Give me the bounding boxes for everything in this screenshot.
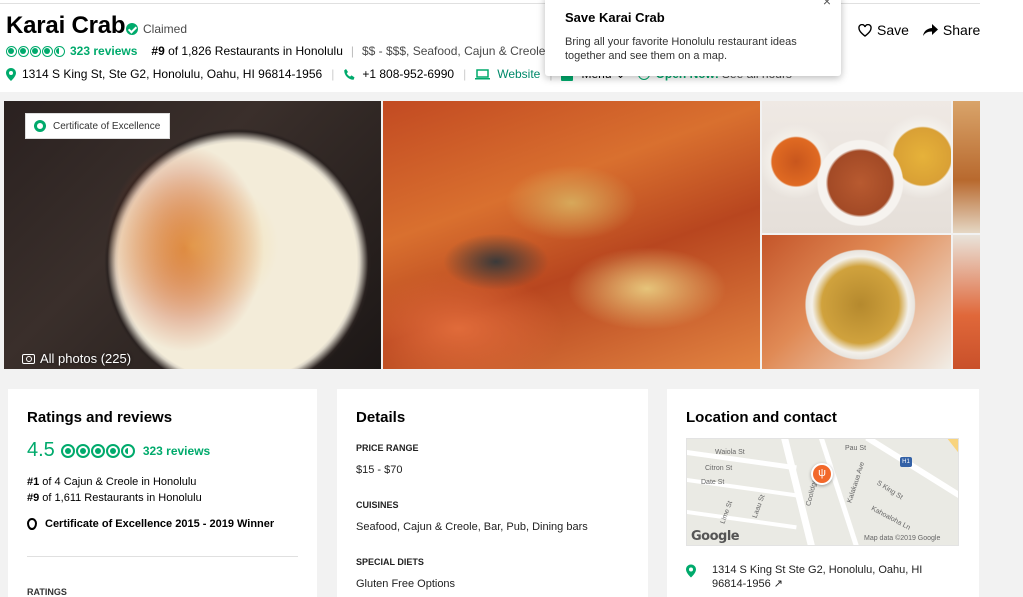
- rankings: #1 of 4 Cajun & Creole in Honolulu #9 of…: [27, 476, 298, 504]
- laptop-icon: [475, 68, 491, 79]
- ratings-card-title: Ratings and reviews: [27, 409, 173, 426]
- phone-number: +1 808-952-6990: [362, 67, 455, 81]
- restaurant-title: Karai Crab: [6, 12, 126, 39]
- map-label: Citron St: [705, 465, 733, 472]
- ranking-link[interactable]: #9 of 1,826 Restaurants in Honolulu: [151, 44, 342, 58]
- phone-item[interactable]: +1 808-952-6990: [343, 67, 454, 81]
- restaurant-header: Karai Crab Claimed 323 reviews #9 of 1,8…: [0, 0, 1023, 92]
- map-label: Waiola St: [715, 449, 745, 456]
- cuisines-value: Seafood, Cajun & Creole, Bar, Pub, Dinin…: [356, 521, 588, 533]
- website-link[interactable]: Website: [475, 67, 540, 81]
- edge-photo-top[interactable]: [953, 101, 980, 233]
- location-address-text: 1314 S King St Ste G2, Honolulu, Oahu, H…: [712, 564, 923, 590]
- map-label: Pau St: [845, 445, 867, 452]
- location-map[interactable]: Waiola St Citron St Date St Coolidge St …: [686, 438, 959, 546]
- location-pin-icon: [686, 564, 696, 578]
- info-section: Ratings and reviews 4.5 323 reviews #1 o…: [0, 377, 1023, 597]
- main-photo[interactable]: Certificate of Excellence All photos (22…: [4, 101, 381, 369]
- location-pin-icon: [6, 67, 16, 81]
- claimed-label: Claimed: [143, 22, 188, 36]
- rank-text: of 1,826 Restaurants in Honolulu: [164, 44, 343, 58]
- header-address: 1314 S King St, Ste G2, Honolulu, Oahu, …: [22, 67, 323, 81]
- share-button[interactable]: Share: [922, 22, 981, 38]
- certificate-badge: Certificate of Excellence: [25, 113, 171, 139]
- photo-gallery: Certificate of Excellence All photos (22…: [0, 92, 1023, 377]
- claimed-status: Claimed: [126, 22, 187, 36]
- ratings-card: Ratings and reviews 4.5 323 reviews #1 o…: [8, 389, 317, 597]
- award-icon: [27, 518, 37, 530]
- all-photos-button[interactable]: All photos (225): [22, 351, 131, 366]
- rating-bubbles-icon: [60, 443, 135, 458]
- divider: [27, 556, 298, 557]
- ratings-reviews-link[interactable]: 323 reviews: [143, 444, 210, 458]
- map-label: S King St: [875, 479, 904, 502]
- header-actions: Save Share: [858, 22, 980, 38]
- special-diets-heading: SPECIAL DIETS: [356, 557, 424, 567]
- website-label: Website: [497, 67, 541, 81]
- location-card-title: Location and contact: [686, 409, 837, 426]
- google-logo: Google: [691, 529, 740, 544]
- phone-icon: [344, 68, 355, 80]
- location-address[interactable]: 1314 S King St Ste G2, Honolulu, Oahu, H…: [686, 563, 960, 591]
- top-right-photo[interactable]: [762, 101, 951, 233]
- categories: $$ - $$$, Seafood, Cajun & Creole, Bar: [362, 44, 571, 58]
- rank-cajun[interactable]: #1 of 4 Cajun & Creole in Honolulu: [27, 476, 298, 488]
- map-data-credit: Map data ©2019 Google: [864, 535, 941, 542]
- award-icon: [34, 120, 46, 132]
- separator: |: [350, 44, 354, 58]
- certificate-winner-text: Certificate of Excellence 2015 - 2019 Wi…: [45, 518, 275, 530]
- map-label: Laau St: [751, 493, 767, 520]
- close-icon[interactable]: ×: [823, 0, 831, 9]
- rating-summary: 4.5 323 reviews: [27, 439, 298, 462]
- special-diets-value: Gluten Free Options: [356, 578, 456, 590]
- share-arrow-icon: [922, 24, 938, 36]
- map-label: Kahoaloha Ln: [869, 505, 912, 532]
- rating-bubbles-icon[interactable]: [6, 45, 65, 57]
- certificate-winner: Certificate of Excellence 2015 - 2019 Wi…: [27, 518, 298, 530]
- center-photo[interactable]: [383, 101, 760, 369]
- price-range-heading: PRICE RANGE: [356, 443, 419, 453]
- rating-row: 323 reviews #9 of 1,826 Restaurants in H…: [6, 44, 571, 58]
- map-label: Lime St: [719, 500, 735, 525]
- ratings-subheading: RATINGS: [27, 587, 67, 597]
- heart-icon: [858, 23, 872, 37]
- reviews-link[interactable]: 323 reviews: [70, 44, 137, 58]
- popup-title: Save Karai Crab: [565, 10, 665, 25]
- certificate-badge-label: Certificate of Excellence: [53, 120, 161, 132]
- bottom-right-photo[interactable]: [762, 235, 951, 369]
- all-photos-label: All photos (225): [40, 351, 132, 366]
- restaurant-map-marker-icon[interactable]: ψ: [811, 463, 833, 485]
- camera-icon: [22, 353, 35, 364]
- map-label: Kalakaua Ave: [846, 461, 867, 504]
- save-tooltip-popup: × Save Karai Crab Bring all your favorit…: [545, 0, 841, 76]
- rank-number: #9: [151, 44, 165, 58]
- map-label: Date St: [701, 479, 725, 486]
- save-button[interactable]: Save: [858, 22, 909, 38]
- details-card-title: Details: [356, 409, 406, 426]
- save-label: Save: [877, 22, 909, 38]
- cuisines-heading: CUISINES: [356, 500, 399, 510]
- popup-body: Bring all your favorite Honolulu restaur…: [565, 36, 797, 62]
- edge-photo-bottom[interactable]: [953, 235, 980, 369]
- highway-shield-icon: H1: [900, 457, 912, 467]
- location-card: Location and contact Waiola St Citron St…: [667, 389, 979, 597]
- share-label: Share: [942, 22, 981, 38]
- rating-score: 4.5: [27, 439, 55, 461]
- rank-restaurants[interactable]: #9 of 1,611 Restaurants in Honolulu: [27, 492, 298, 504]
- details-card: Details PRICE RANGE $15 - $70 CUISINES S…: [337, 389, 648, 597]
- price-range-value: $15 - $70: [356, 464, 403, 476]
- check-icon: [126, 23, 138, 35]
- address-item[interactable]: 1314 S King St, Ste G2, Honolulu, Oahu, …: [6, 67, 322, 81]
